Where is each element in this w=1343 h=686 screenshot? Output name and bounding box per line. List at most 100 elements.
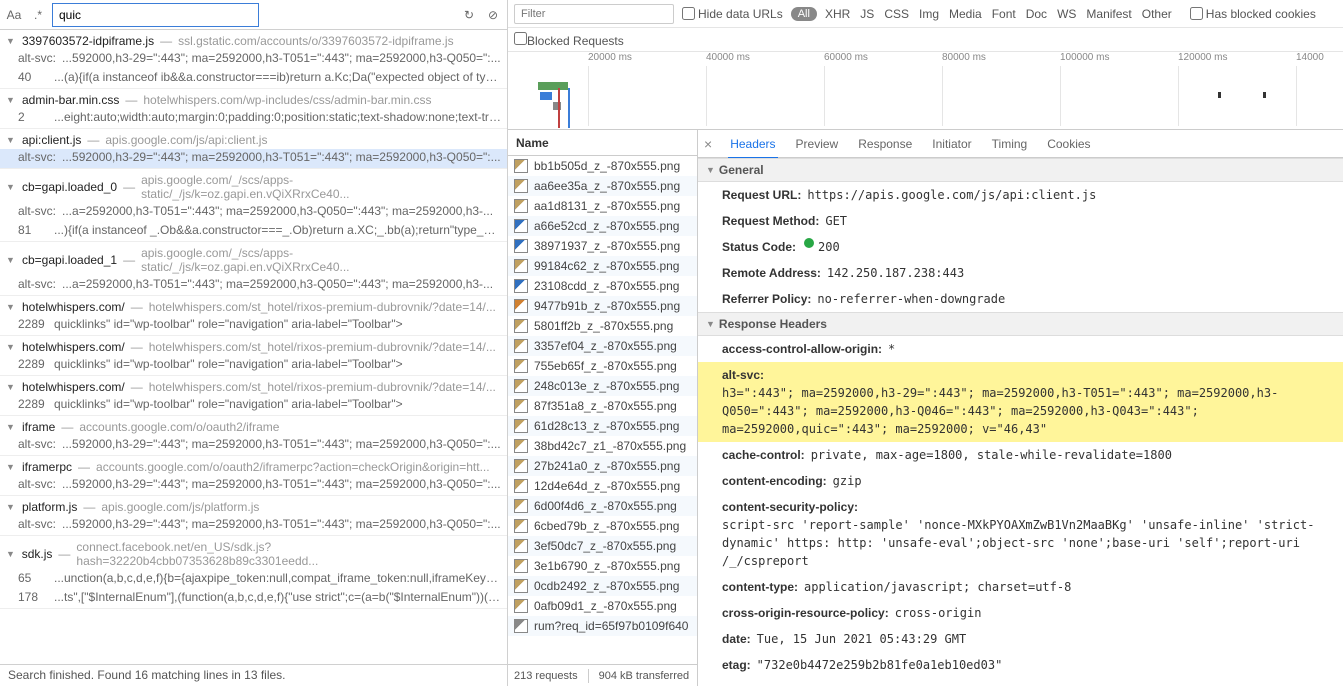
request-row[interactable]: 9477b91b_z_-870x555.png [508, 296, 697, 316]
filter-all[interactable]: All [791, 7, 817, 21]
request-row[interactable]: 5801ff2b_z_-870x555.png [508, 316, 697, 336]
request-row[interactable]: 23108cdd_z_-870x555.png [508, 276, 697, 296]
header-row: cache-control:private, max-age=1800, sta… [698, 442, 1343, 468]
file-icon [514, 239, 528, 253]
request-row[interactable]: a66e52cd_z_-870x555.png [508, 216, 697, 236]
result-file-header[interactable]: ▼iframe—accounts.google.com/o/oauth2/ifr… [0, 416, 507, 436]
result-file-header[interactable]: ▼hotelwhispers.com/—hotelwhispers.com/st… [0, 336, 507, 356]
filter-type-other[interactable]: Other [1142, 7, 1172, 21]
timeline[interactable]: 20000 ms40000 ms60000 ms80000 ms100000 m… [508, 52, 1343, 130]
request-row[interactable]: 6cbed79b_z_-870x555.png [508, 516, 697, 536]
tab-preview[interactable]: Preview [794, 131, 841, 157]
tab-response[interactable]: Response [856, 131, 914, 157]
filter-input[interactable] [514, 4, 674, 24]
request-row[interactable]: rum?req_id=65f97b0109f640 [508, 616, 697, 636]
filter-type-img[interactable]: Img [919, 7, 939, 21]
section-general[interactable]: ▼General [698, 158, 1343, 182]
blocked-requests[interactable]: Blocked Requests [514, 32, 624, 48]
request-row[interactable]: 0afb09d1_z_-870x555.png [508, 596, 697, 616]
timeline-tick: 60000 ms [824, 52, 868, 63]
result-line[interactable]: alt-svc:...592000,h3-29=":443"; ma=25920… [0, 476, 507, 495]
filter-type-media[interactable]: Media [949, 7, 982, 21]
tab-cookies[interactable]: Cookies [1045, 131, 1092, 157]
request-row[interactable]: bb1b505d_z_-870x555.png [508, 156, 697, 176]
result-line[interactable]: 2289quicklinks" id="wp-toolbar" role="na… [0, 316, 507, 335]
result-line[interactable]: alt-svc:...592000,h3-29=":443"; ma=25920… [0, 436, 507, 455]
request-row[interactable]: 3357ef04_z_-870x555.png [508, 336, 697, 356]
result-file-header[interactable]: ▼admin-bar.min.css—hotelwhispers.com/wp-… [0, 89, 507, 109]
filter-type-js[interactable]: JS [860, 7, 874, 21]
details-tabs: × Headers Preview Response Initiator Timing C… [698, 130, 1343, 158]
file-icon [514, 179, 528, 193]
tab-headers[interactable]: Headers [728, 131, 777, 159]
timeline-tick: 100000 ms [1060, 52, 1109, 63]
request-row[interactable]: 27b241a0_z_-870x555.png [508, 456, 697, 476]
result-file-header[interactable]: ▼sdk.js—connect.facebook.net/en_US/sdk.j… [0, 536, 507, 570]
clear-icon[interactable]: ⊘ [483, 5, 503, 25]
result-file-header[interactable]: ▼cb=gapi.loaded_0—apis.google.com/_/scs/… [0, 169, 507, 203]
filter-type-css[interactable]: CSS [884, 7, 909, 21]
request-row[interactable]: 38971937_z_-870x555.png [508, 236, 697, 256]
filter-type-doc[interactable]: Doc [1026, 7, 1047, 21]
file-icon [514, 599, 528, 613]
result-file-header[interactable]: ▼api:client.js—apis.google.com/js/api:cl… [0, 129, 507, 149]
file-icon [514, 199, 528, 213]
requests-footer: 213 requests904 kB transferred [508, 664, 697, 686]
result-file-header[interactable]: ▼platform.js—apis.google.com/js/platform… [0, 496, 507, 516]
file-icon [514, 379, 528, 393]
result-line[interactable]: alt-svc:...a=2592000,h3-T051=":443"; ma=… [0, 203, 507, 222]
result-line[interactable]: alt-svc:...592000,h3-29=":443"; ma=25920… [0, 149, 507, 168]
result-file-header[interactable]: ▼cb=gapi.loaded_1—apis.google.com/_/scs/… [0, 242, 507, 276]
result-line[interactable]: 65...unction(a,b,c,d,e,f){b={ajaxpipe_to… [0, 570, 507, 589]
refresh-icon[interactable]: ↻ [459, 5, 479, 25]
request-row[interactable]: 248c013e_z_-870x555.png [508, 376, 697, 396]
result-file-header[interactable]: ▼3397603572-idpiframe.js—ssl.gstatic.com… [0, 30, 507, 50]
header-row: alt-svc:h3=":443"; ma=2592000,h3-29=":44… [698, 362, 1343, 442]
timeline-tick: 14000 [1296, 52, 1324, 63]
result-line[interactable]: 2289quicklinks" id="wp-toolbar" role="na… [0, 356, 507, 375]
close-icon[interactable]: × [704, 136, 712, 152]
tab-initiator[interactable]: Initiator [930, 131, 973, 157]
request-row[interactable]: 6d00f4d6_z_-870x555.png [508, 496, 697, 516]
request-row[interactable]: 0cdb2492_z_-870x555.png [508, 576, 697, 596]
request-row[interactable]: 3e1b6790_z_-870x555.png [508, 556, 697, 576]
result-line[interactable]: 40...(a){if(a instanceof ib&&a.construct… [0, 69, 507, 88]
search-input[interactable] [52, 3, 259, 27]
tab-timing[interactable]: Timing [990, 131, 1030, 157]
request-row[interactable]: 61d28c13_z_-870x555.png [508, 416, 697, 436]
hide-data-urls[interactable]: Hide data URLs [682, 7, 783, 21]
has-blocked-cookies[interactable]: Has blocked cookies [1190, 7, 1316, 21]
result-line[interactable]: 178...ts",["$InternalEnum"],(function(a,… [0, 589, 507, 608]
request-row[interactable]: 99184c62_z_-870x555.png [508, 256, 697, 276]
result-file-header[interactable]: ▼hotelwhispers.com/—hotelwhispers.com/st… [0, 296, 507, 316]
requests-header[interactable]: Name [508, 130, 697, 156]
header-row: cross-origin-resource-policy:cross-origi… [698, 600, 1343, 626]
request-row[interactable]: aa1d8131_z_-870x555.png [508, 196, 697, 216]
request-row[interactable]: aa6ee35a_z_-870x555.png [508, 176, 697, 196]
request-row[interactable]: 87f351a8_z_-870x555.png [508, 396, 697, 416]
section-response-headers[interactable]: ▼Response Headers [698, 312, 1343, 336]
request-row[interactable]: 38bd42c7_z1_-870x555.png [508, 436, 697, 456]
request-row[interactable]: 755eb65f_z_-870x555.png [508, 356, 697, 376]
request-row[interactable]: 12d4e64d_z_-870x555.png [508, 476, 697, 496]
result-file-header[interactable]: ▼hotelwhispers.com/—hotelwhispers.com/st… [0, 376, 507, 396]
result-line[interactable]: 2289quicklinks" id="wp-toolbar" role="na… [0, 396, 507, 415]
file-icon [514, 319, 528, 333]
result-line[interactable]: 81...){if(a instanceof _.Ob&&a.construct… [0, 222, 507, 241]
filter-type-font[interactable]: Font [992, 7, 1016, 21]
result-file-header[interactable]: ▼iframerpc—accounts.google.com/o/oauth2/… [0, 456, 507, 476]
filter-type-ws[interactable]: WS [1057, 7, 1076, 21]
file-icon [514, 559, 528, 573]
file-icon [514, 479, 528, 493]
result-line[interactable]: 2...eight:auto;width:auto;margin:0;paddi… [0, 109, 507, 128]
result-line[interactable]: alt-svc:...a=2592000,h3-T051=":443"; ma=… [0, 276, 507, 295]
details-panel: × Headers Preview Response Initiator Timing C… [698, 130, 1343, 686]
case-sensitive-toggle[interactable]: Aa [4, 5, 24, 25]
status-dot-icon [804, 238, 814, 248]
request-row[interactable]: 3ef50dc7_z_-870x555.png [508, 536, 697, 556]
result-line[interactable]: alt-svc:...592000,h3-29=":443"; ma=25920… [0, 50, 507, 69]
result-line[interactable]: alt-svc:...592000,h3-29=":443"; ma=25920… [0, 516, 507, 535]
regex-toggle[interactable]: .* [28, 5, 48, 25]
filter-type-xhr[interactable]: XHR [825, 7, 850, 21]
filter-type-manifest[interactable]: Manifest [1086, 7, 1131, 21]
